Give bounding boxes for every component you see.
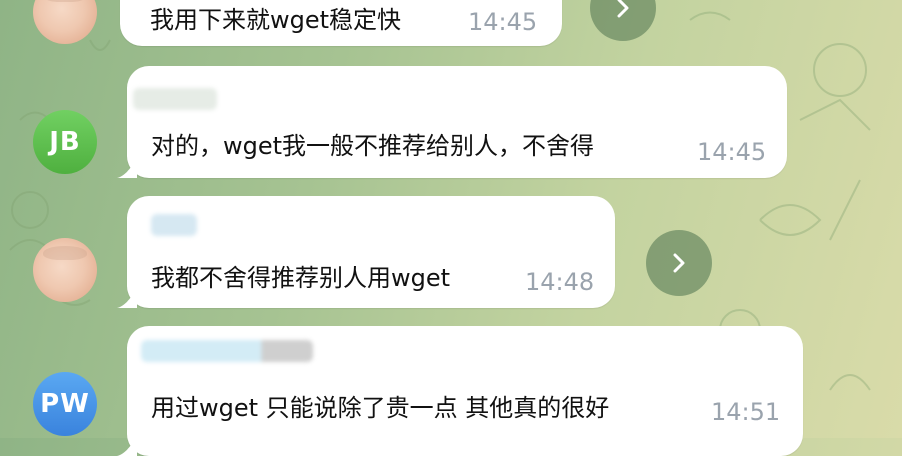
chevron-right-icon — [617, 0, 629, 18]
message-bubble[interactable]: 对的，wget我一般不推荐给别人，不舍得 14:45 — [127, 66, 787, 178]
message-bubble[interactable]: 我都不舍得推荐别人用wget 14:48 — [127, 196, 615, 308]
user-photo-avatar[interactable] — [33, 0, 97, 44]
message-time: 14:51 — [711, 398, 781, 426]
message-time: 14:48 — [525, 268, 595, 296]
user-avatar-initials[interactable]: JB — [33, 110, 97, 174]
sender-name-redacted — [141, 340, 313, 362]
forward-button[interactable] — [590, 0, 656, 41]
avatar-initials: PW — [40, 389, 90, 419]
message-time: 14:45 — [468, 8, 538, 36]
message-text: 用过wget 只能说除了贵一点 其他真的很好 — [151, 394, 610, 422]
message-text: 我用下来就wget稳定快 — [150, 6, 402, 34]
message-time: 14:45 — [697, 138, 767, 166]
user-photo-avatar[interactable] — [33, 238, 97, 302]
chevron-right-icon — [673, 253, 685, 273]
user-avatar-initials[interactable]: PW — [33, 372, 97, 436]
bubble-tail — [117, 158, 137, 178]
message-text: 对的，wget我一般不推荐给别人，不舍得 — [151, 132, 595, 160]
message-bubble[interactable]: 我用下来就wget稳定快 14:45 — [120, 0, 562, 46]
sender-name-redacted — [133, 88, 217, 110]
bubble-tail — [117, 436, 137, 456]
avatar-initials: JB — [49, 127, 81, 157]
message-text: 我都不舍得推荐别人用wget — [151, 264, 451, 292]
bubble-tail — [117, 288, 137, 308]
forward-button[interactable] — [646, 230, 712, 296]
sender-name-redacted — [151, 214, 197, 236]
message-bubble[interactable]: 用过wget 只能说除了贵一点 其他真的很好 14:51 — [127, 326, 803, 456]
